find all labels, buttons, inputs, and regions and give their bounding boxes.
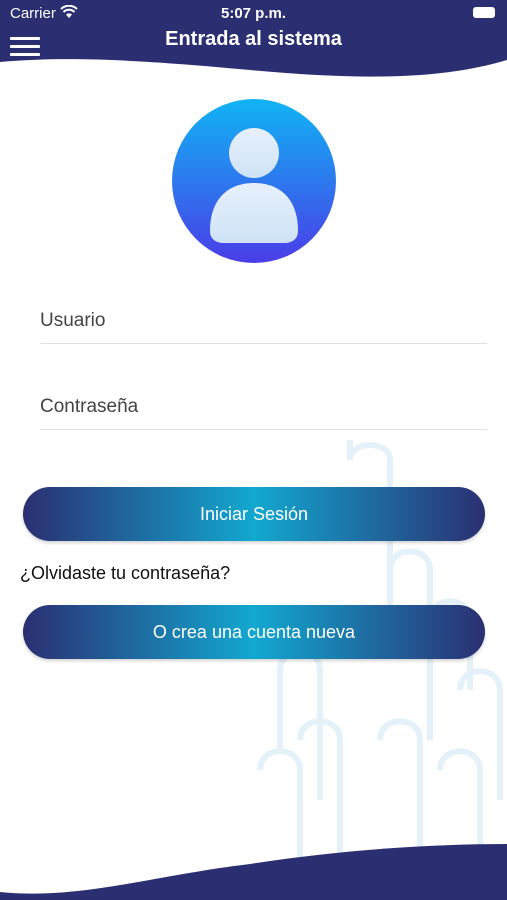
login-button[interactable]: Iniciar Sesión	[23, 487, 485, 541]
register-button[interactable]: O crea una cuenta nueva	[23, 605, 485, 659]
page-title: Entrada al sistema	[165, 28, 342, 50]
status-bar: Carrier 5:07 p.m.	[0, 0, 507, 26]
forgot-password-link[interactable]: ¿Olvidaste tu contraseña?	[20, 563, 230, 584]
footer-wave	[0, 844, 507, 900]
battery-icon	[473, 7, 495, 18]
password-input[interactable]	[40, 385, 487, 430]
user-avatar-icon	[172, 99, 336, 263]
username-input[interactable]	[40, 299, 487, 344]
clock: 5:07 p.m.	[220, 5, 287, 22]
